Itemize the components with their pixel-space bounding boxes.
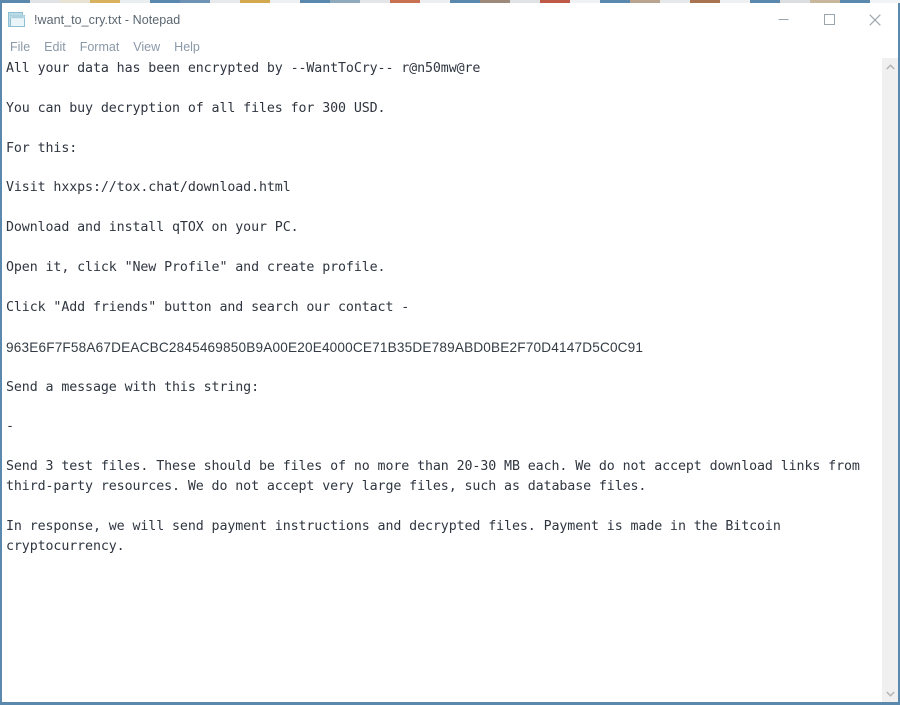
text-editor-area[interactable]: All your data has been encrypted by --Wa…: [2, 58, 881, 702]
menu-item-help[interactable]: Help: [174, 36, 209, 58]
text-line: All your data has been encrypted by --Wa…: [6, 61, 481, 76]
text-line-blank: [6, 198, 881, 218]
chevron-down-icon: [885, 691, 895, 697]
text-line-blank: [6, 79, 881, 99]
close-button[interactable]: [852, 3, 898, 36]
text-line-blank: [6, 159, 881, 179]
scroll-down-button[interactable]: [882, 685, 898, 702]
notepad-icon: [7, 10, 26, 29]
menu-item-file[interactable]: File: [10, 36, 39, 58]
text-line-blank: [6, 278, 881, 298]
text-line: Send a message with this string:: [6, 379, 259, 395]
minimize-icon: [778, 19, 788, 20]
notepad-window: !want_to_cry.txt - Notepad File Edit For…: [0, 3, 900, 705]
text-line: Download and install qTOX on your PC.: [6, 220, 299, 236]
window-caption-buttons: [760, 3, 898, 36]
client-area: All your data has been encrypted by --Wa…: [2, 58, 898, 702]
scrollbar-track[interactable]: [882, 75, 898, 685]
titlebar-left-group: !want_to_cry.txt - Notepad: [2, 3, 180, 36]
menu-item-edit[interactable]: Edit: [44, 36, 75, 58]
scroll-up-button[interactable]: [882, 58, 898, 75]
menu-item-format[interactable]: Format: [80, 36, 129, 58]
vertical-scrollbar[interactable]: [881, 58, 898, 702]
maximize-button[interactable]: [806, 3, 852, 36]
text-line: You can buy decryption of all files for …: [6, 100, 386, 116]
text-line: Visit hxxps://tox.chat/download.html: [6, 180, 291, 196]
text-line-blank: [6, 497, 881, 517]
maximize-icon: [823, 14, 835, 25]
text-line-blank: [6, 119, 881, 139]
menubar: File Edit Format View Help: [2, 36, 898, 58]
close-icon: [869, 13, 881, 26]
text-line-blank: [6, 437, 881, 457]
text-line: Send 3 test files. These should be files…: [6, 459, 868, 495]
menu-item-view[interactable]: View: [133, 36, 169, 58]
chevron-up-icon: [885, 63, 895, 69]
text-line: -: [6, 419, 14, 435]
minimize-button[interactable]: [760, 3, 806, 36]
text-line: For this:: [6, 140, 78, 156]
text-line-blank: [6, 238, 881, 258]
window-titlebar[interactable]: !want_to_cry.txt - Notepad: [2, 3, 898, 36]
text-line: 963E6F7F58A67DEACBC2845469850B9A00E20E40…: [6, 339, 644, 355]
text-line: In response, we will send payment instru…: [6, 518, 789, 554]
text-line-blank: [6, 397, 881, 417]
text-line: Click "Add friends" button and search ou…: [6, 299, 410, 315]
text-line-blank: [6, 358, 881, 378]
text-line: Open it, click "New Profile" and create …: [6, 260, 386, 276]
window-title: !want_to_cry.txt - Notepad: [34, 12, 181, 27]
text-line-blank: [6, 318, 881, 338]
